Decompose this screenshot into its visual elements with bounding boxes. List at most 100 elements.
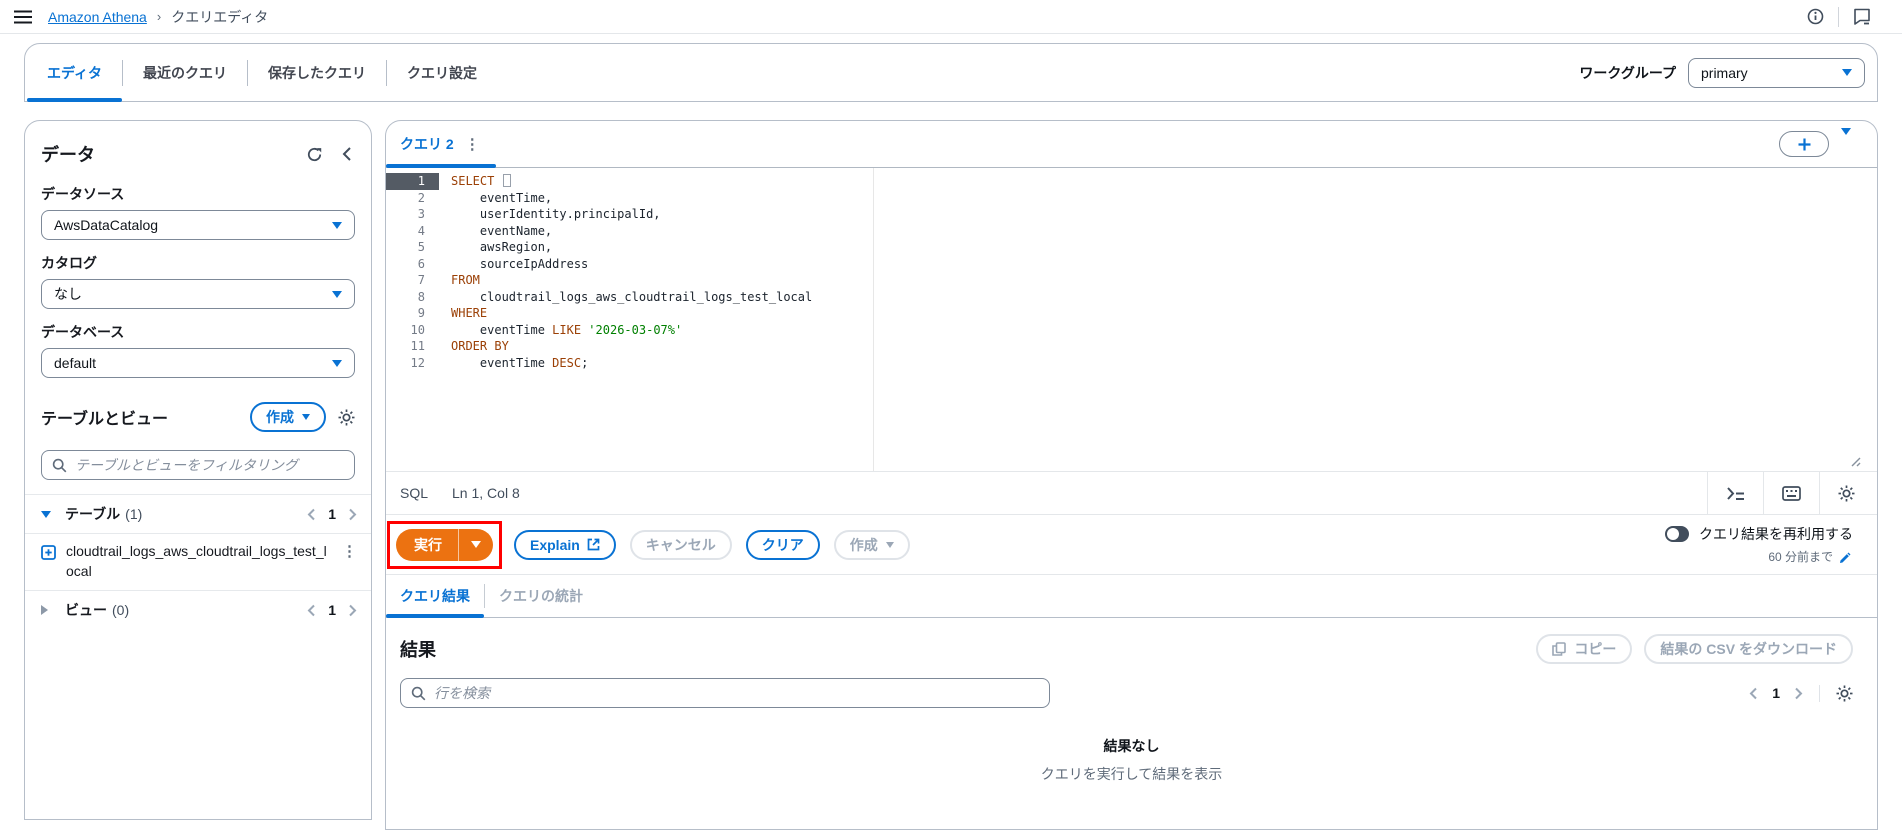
results-settings-gear-icon[interactable] [1819,685,1853,702]
query-tab[interactable]: クエリ 2 ⋮ [386,121,496,167]
tab-recent-queries-label: 最近のクエリ [143,63,227,83]
breadcrumb-separator: › [157,9,161,24]
copy-results-button[interactable]: コピー [1536,634,1632,664]
tables-filter-input[interactable] [75,457,344,473]
code-line[interactable]: 10 eventTime LIKE '2026-03-07%' [386,322,1877,339]
code-line[interactable]: 12 eventTime DESC; [386,355,1877,372]
chevron-down-icon [471,541,481,548]
prev-page-icon[interactable] [307,604,316,617]
code-line[interactable]: 2 eventTime, [386,190,1877,207]
search-icon [411,686,426,701]
datasource-label: データソース [41,184,355,204]
tab-saved-queries[interactable]: 保存したクエリ [248,44,386,101]
line-number: 10 [386,322,439,339]
code-line[interactable]: 7FROM [386,272,1877,289]
tables-page-number[interactable]: 1 [328,506,336,522]
row-search-input[interactable] [434,685,1039,701]
chevron-down-icon [1842,69,1852,76]
clear-label: クリア [762,535,804,555]
top-bar: Amazon Athena › クエリエディタ [0,0,1902,34]
expand-table-icon[interactable] [41,545,56,560]
code-line[interactable]: 4 eventName, [386,223,1877,240]
breadcrumb-link-athena[interactable]: Amazon Athena [48,9,147,25]
tab-editor[interactable]: エディタ [27,44,122,101]
table-name[interactable]: cloudtrail_logs_aws_cloudtrail_logs_test… [66,542,330,581]
breadcrumb-current: クエリエディタ [171,7,268,27]
tab-query-settings[interactable]: クエリ設定 [387,44,497,101]
query-tabs-dropdown-button[interactable] [1837,131,1855,157]
annotation-highlight-box: 実行 [387,521,502,569]
keyboard-shortcuts-icon[interactable] [1764,472,1819,514]
results-search-row: 1 [386,664,1877,708]
datasource-select[interactable]: AwsDataCatalog [41,210,355,240]
code-line[interactable]: 5 awsRegion, [386,239,1877,256]
datasource-value: AwsDataCatalog [54,217,322,233]
next-page-icon[interactable] [1794,687,1803,700]
edit-pencil-icon[interactable] [1839,550,1853,564]
reuse-results-label: クエリ結果を再利用する [1699,524,1853,544]
results-page-number[interactable]: 1 [1772,685,1780,701]
refresh-icon[interactable] [304,144,325,165]
views-count: (0) [112,602,307,618]
tab-query-results[interactable]: クエリ結果 [386,575,484,617]
editor-resize-handle[interactable] [1848,454,1861,467]
create-button[interactable]: 作成 [250,402,326,432]
catalog-select[interactable]: なし [41,279,355,309]
code-line[interactable]: 8 cloudtrail_logs_aws_cloudtrail_logs_te… [386,289,1877,306]
prev-page-icon[interactable] [307,508,316,521]
info-icon[interactable] [1797,6,1834,27]
cancel-button[interactable]: キャンセル [630,530,732,560]
workgroup-select[interactable]: primary [1688,58,1865,88]
reuse-results-toggle[interactable] [1665,526,1689,542]
run-query-button[interactable]: 実行 [396,529,493,561]
code-line[interactable]: 3 userIdentity.principalId, [386,206,1877,223]
code-line[interactable]: 6 sourceIpAddress [386,256,1877,273]
code-line[interactable]: 1SELECT [386,173,1877,190]
next-page-icon[interactable] [348,508,357,521]
tab-query-stats[interactable]: クエリの統計 [485,575,597,617]
chevron-down-icon [332,222,342,229]
prev-page-icon[interactable] [1749,687,1758,700]
tables-settings-gear-icon[interactable] [338,409,355,426]
code-line[interactable]: 9WHERE [386,305,1877,322]
query-tab-kebab-icon[interactable]: ⋮ [463,135,482,154]
line-number: 1 [386,173,439,190]
console-tabs-row: エディタ 最近のクエリ 保存したクエリ クエリ設定 ワークグループ primar… [24,43,1878,102]
database-label: データベース [41,322,355,342]
breadcrumb: Amazon Athena › クエリエディタ [48,7,268,27]
tab-query-stats-label: クエリの統計 [499,586,583,606]
new-query-tab-button[interactable] [1779,131,1829,157]
tables-expand-caret-icon[interactable] [41,511,59,518]
search-icon [52,458,67,473]
table-actions-kebab-icon[interactable]: ⋮ [336,542,363,561]
workgroup-label: ワークグループ [1579,63,1676,83]
clear-button[interactable]: クリア [746,530,820,560]
feedback-icon[interactable] [1843,6,1882,27]
code-line[interactable]: 11ORDER BY [386,338,1877,355]
explain-button[interactable]: Explain [514,530,616,560]
tab-recent-queries[interactable]: 最近のクエリ [123,44,247,101]
line-number: 9 [386,305,439,322]
format-query-icon[interactable] [1708,472,1763,514]
views-pagination: 1 [307,602,357,618]
editor-settings-gear-icon[interactable] [1820,472,1859,514]
views-page-number[interactable]: 1 [328,602,336,618]
hamburger-menu-icon[interactable] [14,10,32,24]
tables-count: (1) [125,506,307,522]
views-expand-caret-icon[interactable] [41,605,59,615]
results-tab-strip: クエリ結果 クエリの統計 [386,574,1877,618]
next-page-icon[interactable] [348,604,357,617]
create-from-query-label: 作成 [850,535,878,555]
tables-section-label: テーブル [65,504,120,524]
results-empty-state: 結果なし クエリを実行して結果を表示 [386,736,1877,784]
results-heading: 結果 [400,636,1536,662]
line-number: 5 [386,239,439,256]
download-csv-button[interactable]: 結果の CSV をダウンロード [1644,634,1853,664]
database-select[interactable]: default [41,348,355,378]
collapse-panel-icon[interactable] [339,144,355,164]
query-tab-strip: クエリ 2 ⋮ [386,121,1877,168]
create-from-query-button[interactable]: 作成 [834,530,910,560]
sql-editor[interactable]: 1SELECT 2 eventTime,3 userIdentity.princ… [386,168,1877,471]
run-options-dropdown[interactable] [459,529,493,561]
empty-state-subtitle: クエリを実行して結果を表示 [386,764,1877,784]
